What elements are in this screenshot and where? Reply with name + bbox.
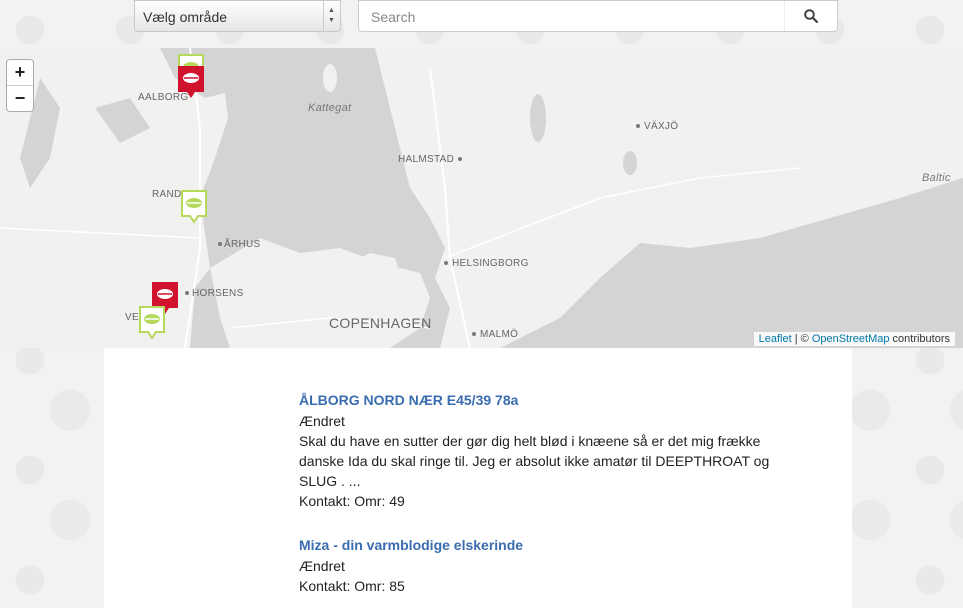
map-label-helsingborg: HELSINGBORG [452, 258, 529, 269]
openstreetmap-link[interactable]: OpenStreetMap [812, 333, 890, 345]
map-label-horsens: HORSENS [192, 288, 244, 299]
area-select-value: Vælg område [143, 9, 228, 25]
map-label-vejle: VE [125, 312, 139, 323]
map[interactable]: Kattegat AALBORG RAND ÅRHUS HORSENS VE H… [0, 48, 963, 348]
map-label-malmo: MALMÖ [480, 329, 519, 340]
map-label-aarhus: ÅRHUS [224, 239, 261, 250]
listing-description: Skal du have en sutter der gør dig helt … [299, 433, 770, 489]
zoom-out-button[interactable]: − [7, 85, 33, 111]
search-button[interactable] [784, 1, 837, 31]
map-label-kattegat: Kattegat [308, 102, 352, 114]
map-dot-vaxjo [636, 124, 640, 128]
map-marker-red[interactable] [178, 66, 204, 100]
zoom-in-button[interactable]: + [7, 60, 33, 85]
area-select[interactable]: Vælg område ▲ ▼ [134, 0, 341, 32]
listing-item: ÅLBORG NORD NÆR E45/39 78a Ændret Skal d… [299, 392, 799, 511]
map-label-copenhagen: COPENHAGEN [329, 315, 432, 331]
attribution-contributors: contributors [889, 333, 950, 345]
map-dot-horsens [185, 291, 189, 295]
select-arrows-icon: ▲ ▼ [323, 1, 340, 31]
search-icon [804, 9, 818, 23]
search-placeholder: Search [371, 9, 416, 25]
map-label-randers: RAND [152, 189, 182, 200]
map-dot-aarhus [218, 242, 222, 246]
map-label-baltic: Baltic [922, 172, 951, 184]
map-label-halmstad: HALMSTAD [398, 154, 455, 165]
listing-contact: Kontakt: Omr: 85 [299, 578, 405, 594]
listing-title-link[interactable]: Miza - din varmblodige elskerinde [299, 537, 799, 553]
listing-title-link[interactable]: ÅLBORG NORD NÆR E45/39 78a [299, 392, 799, 408]
leaflet-link[interactable]: Leaflet [759, 333, 792, 345]
top-bar: Vælg område ▲ ▼ Search [0, 0, 963, 48]
map-label-vaxjo: VÄXJÖ [644, 121, 679, 132]
map-attribution: Leaflet | © OpenStreetMap contributors [753, 332, 955, 346]
map-marker-green[interactable] [181, 190, 207, 224]
listings-panel: ÅLBORG NORD NÆR E45/39 78a Ændret Skal d… [104, 348, 852, 608]
search-input[interactable]: Search [358, 0, 838, 32]
listing-status: Ændret [299, 413, 345, 429]
listing-item: Miza - din varmblodige elskerinde Ændret… [299, 537, 799, 596]
map-dot-malmo [472, 332, 476, 336]
listing-contact: Kontakt: Omr: 49 [299, 493, 405, 509]
map-dot-helsingborg [444, 261, 448, 265]
map-marker-green[interactable] [139, 306, 165, 340]
attribution-separator: | © [791, 333, 812, 345]
map-dot-halmstad [458, 157, 462, 161]
zoom-control: + − [6, 59, 34, 112]
listing-status: Ændret [299, 558, 345, 574]
